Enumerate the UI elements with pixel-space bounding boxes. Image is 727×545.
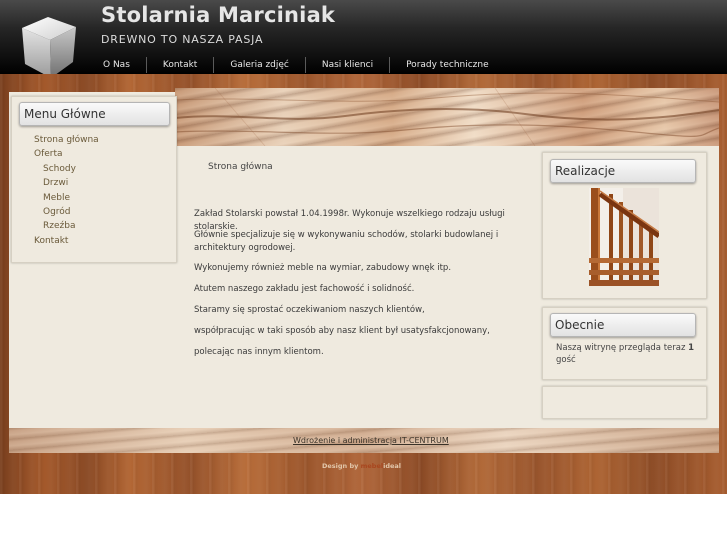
footer-design-credit: Design by mebelideal [322, 462, 401, 470]
site-header: Stolarnia Marciniak DREWNO TO NASZA PASJ… [0, 0, 727, 78]
main-menu-box: Menu Główne Strona główna Oferta Schody … [11, 96, 177, 263]
main-menu-list: Strona główna Oferta Schody Drzwi Meble … [12, 133, 176, 248]
cube-logo-icon [22, 17, 76, 78]
online-visitors-label: Naszą witrynę przegląda teraz [556, 343, 689, 353]
content-paragraph: Wykonujemy również meble na wymiar, zabu… [194, 263, 452, 273]
content-paragraph: Atutem naszego zakładu jest fachowość i … [194, 284, 415, 294]
menu-item-schody[interactable]: Schody [12, 162, 176, 176]
banner-texture [175, 88, 719, 146]
menu-item-meble[interactable]: Meble [12, 191, 176, 205]
nav-item-porady[interactable]: Porady techniczne [389, 57, 505, 73]
online-visitors-count: 1 [688, 343, 695, 353]
online-visitors-text: Naszą witrynę przegląda teraz 1 gość [556, 342, 696, 366]
footer-admin-link[interactable]: Wdrożenie i administracja IT-CENTRUM [293, 436, 449, 445]
page: Stolarnia Marciniak DREWNO TO NASZA PASJ… [0, 0, 727, 545]
realizacje-box: Realizacje [542, 152, 707, 299]
content-paragraph: współpracując w taki sposób aby nasz kli… [194, 326, 490, 336]
site-tagline: DREWNO TO NASZA PASJA [101, 33, 264, 46]
menu-item-ogrod[interactable]: Ogród [12, 205, 176, 219]
credit-prefix: Design by [322, 462, 361, 470]
menu-item-kontakt[interactable]: Kontakt [12, 234, 176, 248]
realizacje-photo[interactable] [589, 188, 659, 286]
content-paragraph: polecając nas innym klientom. [194, 347, 324, 357]
site-title[interactable]: Stolarnia Marciniak [101, 3, 335, 27]
menu-item-oferta[interactable]: Oferta [12, 147, 176, 161]
main-menu-title: Menu Główne [19, 102, 170, 126]
wood-banner [175, 88, 719, 146]
credit-brand[interactable]: mebel [361, 462, 383, 470]
nav-item-kontakt[interactable]: Kontakt [145, 57, 213, 73]
content-paragraph: Głównie specjalizuje się w wykonywaniu s… [194, 230, 499, 253]
obecnie-title: Obecnie [550, 313, 696, 337]
obecnie-box: Obecnie Naszą witrynę przegląda teraz 1 … [542, 307, 707, 380]
online-visitors-suffix: gość [556, 355, 576, 365]
menu-item-rzezba[interactable]: Rzeźba [12, 219, 176, 233]
nav-item-nasi-klienci[interactable]: Nasi klienci [304, 57, 389, 73]
credit-suffix: ideal [383, 462, 401, 470]
breadcrumb: Strona główna [208, 162, 273, 172]
top-navigation: O Nas Kontakt Galeria zdjęć Nasi klienci… [87, 56, 505, 74]
nav-item-galeria[interactable]: Galeria zdjęć [213, 57, 305, 73]
content-paragraph: Staramy się sprostać oczekiwaniom naszyc… [194, 305, 425, 315]
menu-item-strona-glowna[interactable]: Strona główna [12, 133, 176, 147]
empty-box [542, 386, 707, 419]
realizacje-title: Realizacje [550, 159, 696, 183]
staircase-photo-image [589, 188, 659, 286]
menu-item-drzwi[interactable]: Drzwi [12, 176, 176, 190]
nav-item-o-nas[interactable]: O Nas [87, 57, 146, 73]
